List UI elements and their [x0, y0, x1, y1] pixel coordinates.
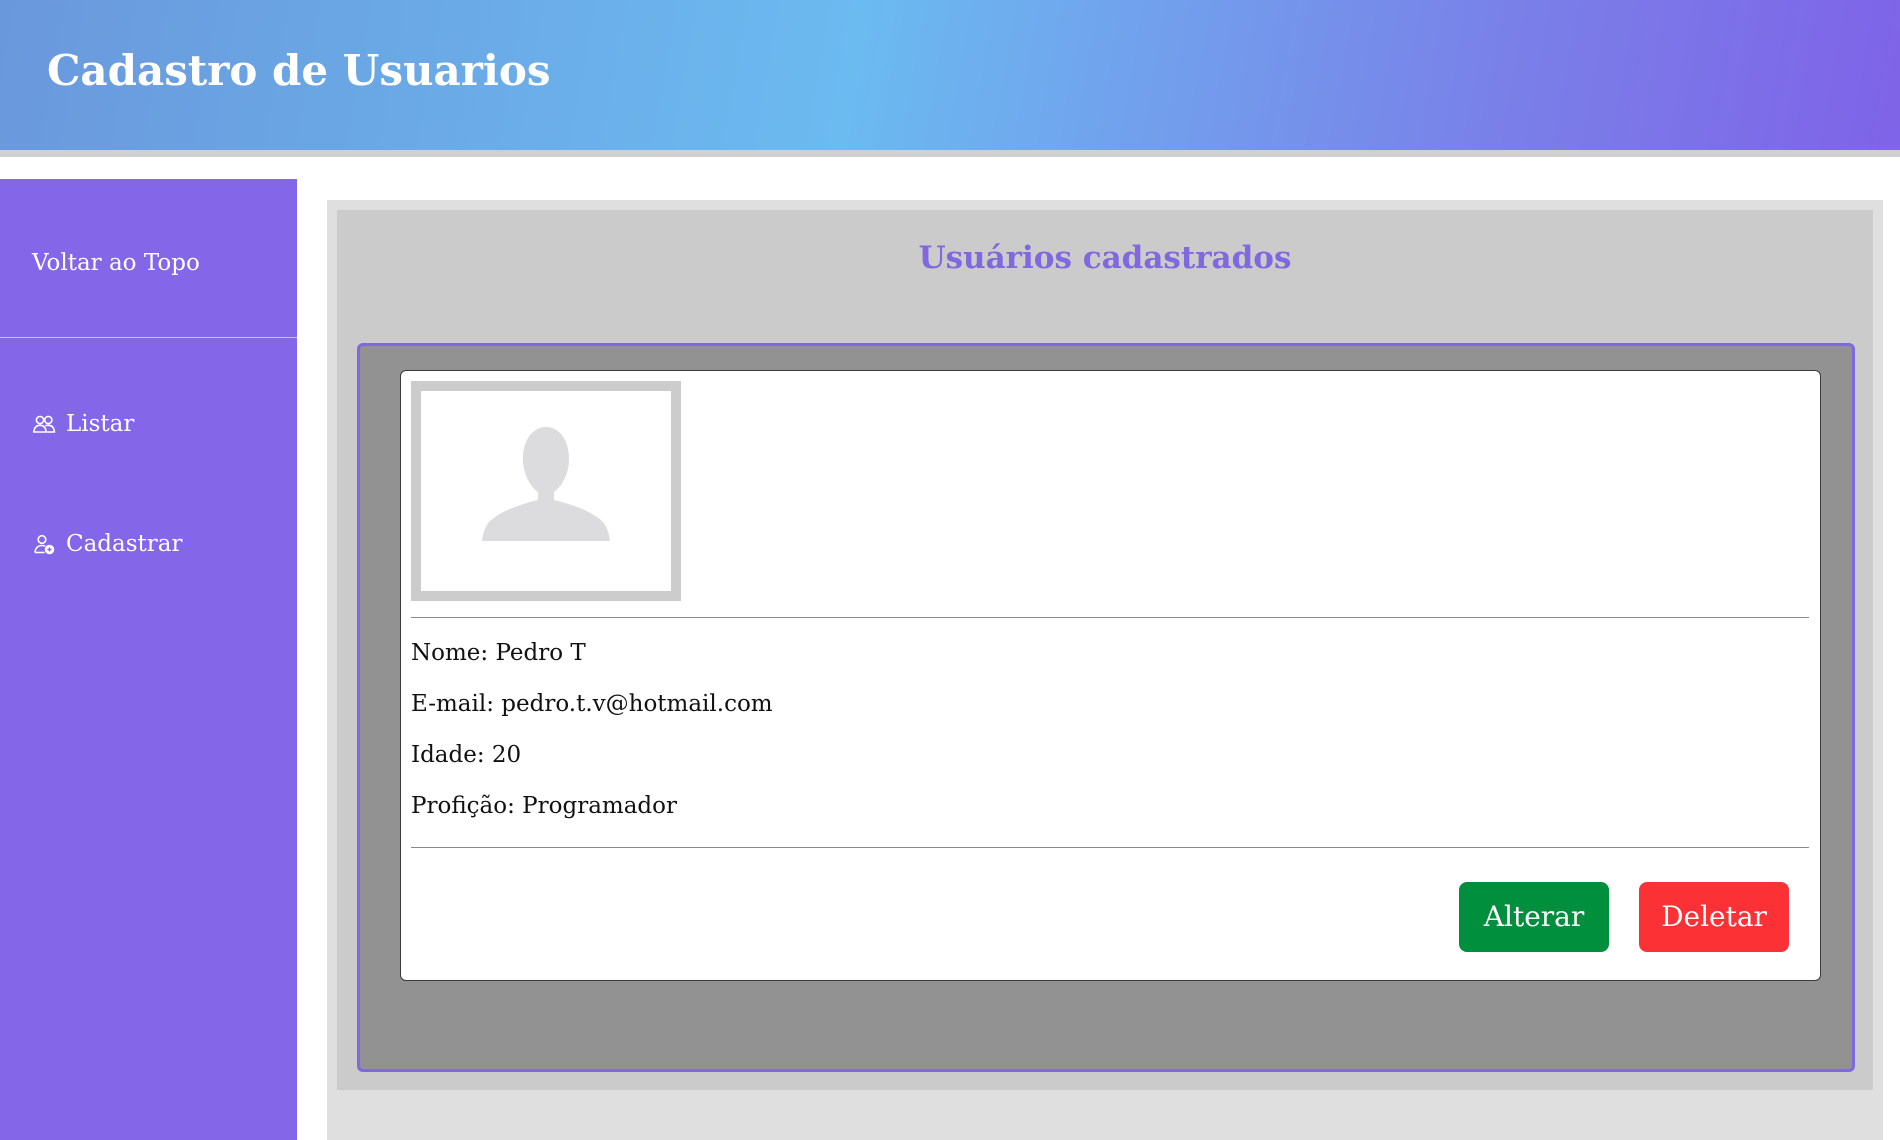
- sidebar-item-back-to-top[interactable]: Voltar ao Topo: [32, 250, 200, 276]
- sidebar-item-cadastrar[interactable]: Cadastrar: [32, 531, 183, 557]
- users-panel: Usuários cadastrados Nome: Pedro T E-mai…: [337, 210, 1873, 1090]
- user-email: E-mail: pedro.t.v@hotmail.com: [411, 691, 773, 717]
- card-divider-top: [411, 617, 1809, 618]
- users-icon: [32, 412, 56, 436]
- user-placeholder-icon: [482, 427, 610, 541]
- page-title: Cadastro de Usuarios: [47, 46, 551, 95]
- sidebar-item-label: Cadastrar: [66, 531, 183, 557]
- avatar: [411, 381, 681, 601]
- section-title: Usuários cadastrados: [918, 240, 1292, 276]
- sidebar-divider: [0, 337, 297, 338]
- user-name: Nome: Pedro T: [411, 640, 586, 666]
- sidebar-item-label: Voltar ao Topo: [32, 250, 200, 276]
- edit-button[interactable]: Alterar: [1459, 882, 1609, 952]
- card-divider-bottom: [411, 847, 1809, 848]
- user-add-icon: [32, 532, 56, 556]
- main-content: Usuários cadastrados Nome: Pedro T E-mai…: [327, 200, 1883, 1140]
- sidebar-item-listar[interactable]: Listar: [32, 411, 134, 437]
- user-profession: Profição: Programador: [411, 793, 677, 819]
- app-header: Cadastro de Usuarios: [0, 0, 1900, 150]
- sidebar: Voltar ao Topo Listar Cadastrar: [0, 179, 297, 1140]
- user-card: Nome: Pedro T E-mail: pedro.t.v@hotmail.…: [400, 370, 1821, 981]
- delete-button[interactable]: Deletar: [1639, 882, 1789, 952]
- users-list: Nome: Pedro T E-mail: pedro.t.v@hotmail.…: [357, 343, 1855, 1072]
- user-age: Idade: 20: [411, 742, 522, 768]
- sidebar-item-label: Listar: [66, 411, 135, 437]
- header-divider: [0, 150, 1900, 157]
